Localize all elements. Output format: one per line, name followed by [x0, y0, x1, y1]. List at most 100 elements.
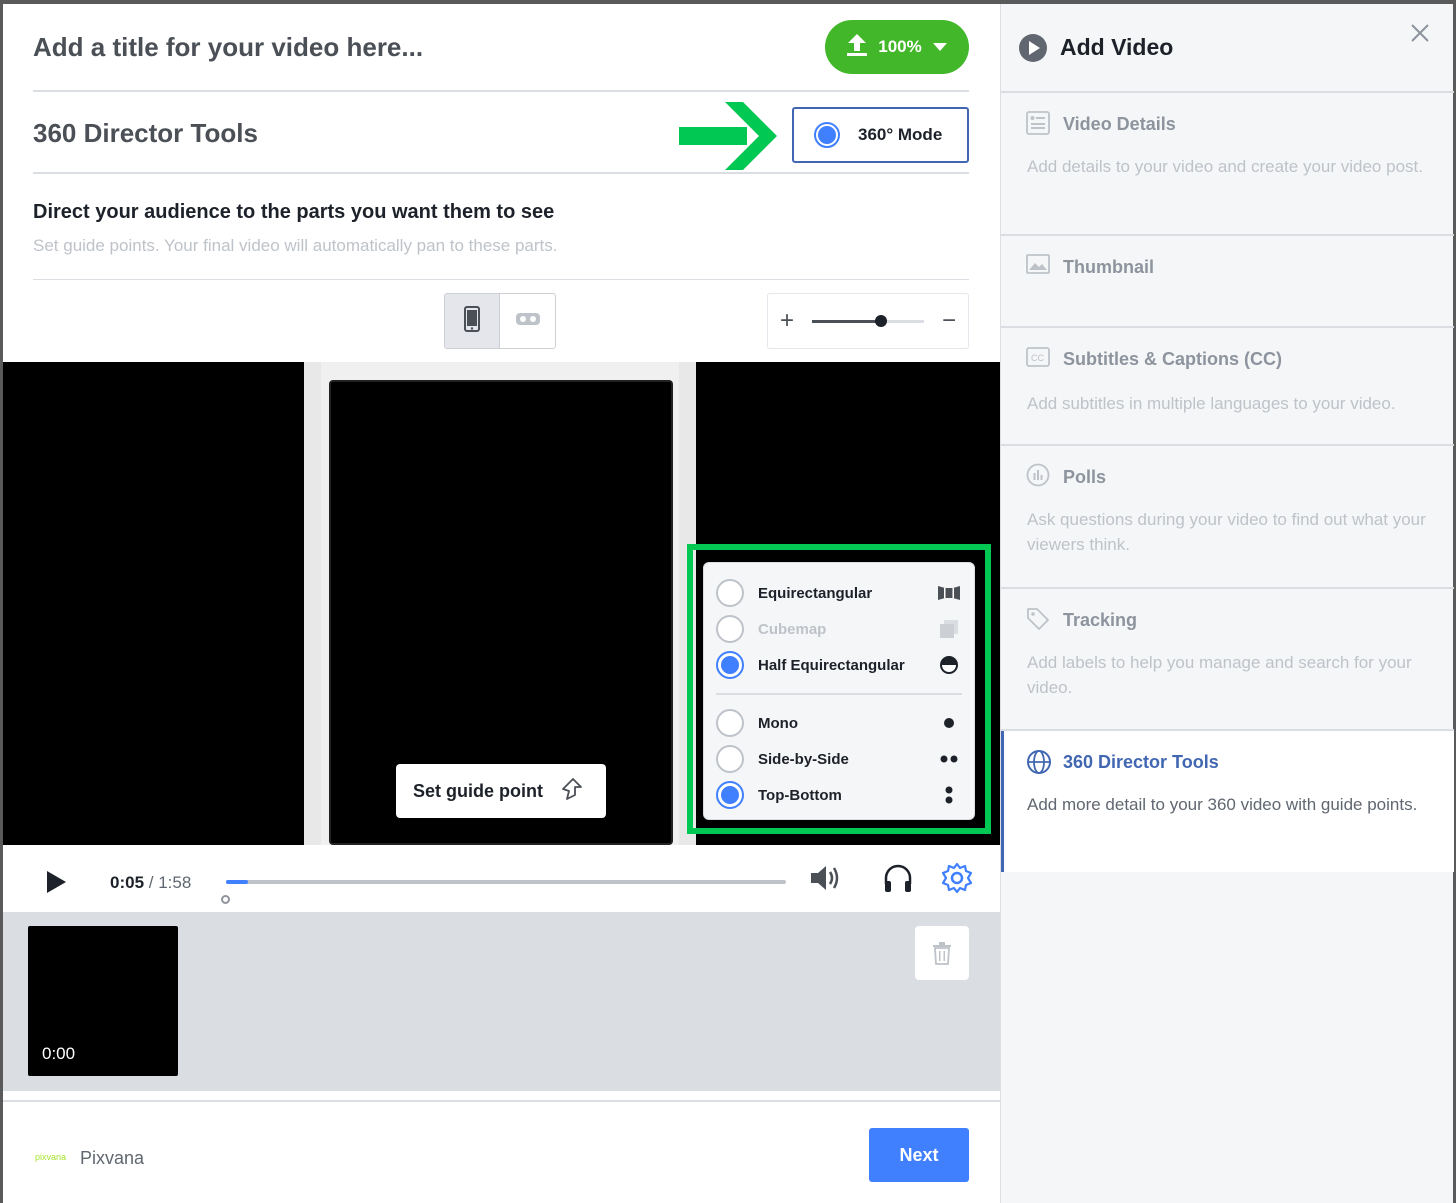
zoom-in-button[interactable]: + [780, 307, 794, 335]
sidebar-item-label: Polls [1063, 467, 1107, 487]
video-title-input[interactable]: Add a title for your video here... [33, 32, 423, 63]
vr-headset-icon [515, 311, 541, 332]
sidebar-item-desc: Add subtitles in multiple languages to y… [1027, 394, 1396, 413]
add-video-sidebar: Add Video Video Details Add details to y… [1000, 4, 1454, 1203]
phone-view-button[interactable] [445, 294, 501, 348]
stereo-option-mono[interactable]: Mono [716, 705, 962, 741]
gear-icon [941, 862, 973, 894]
360-mode-toggle[interactable]: 360° Mode [792, 107, 969, 163]
zoom-out-button[interactable]: − [942, 307, 956, 335]
thumbnail-time: 0:00 [42, 1044, 76, 1063]
radio-button[interactable] [716, 579, 744, 607]
phone-frame-left [304, 362, 321, 845]
poll-icon [1026, 463, 1050, 492]
vr-view-button[interactable] [500, 294, 555, 348]
sidebar-item-label: Tracking [1063, 610, 1138, 630]
chevron-down-icon [932, 37, 948, 57]
sidebar-item-thumbnail[interactable]: Thumbnail [1001, 236, 1454, 328]
cube-icon [936, 619, 962, 639]
guide-arrow-icon [559, 777, 583, 806]
seek-bar-fill [226, 880, 249, 884]
trash-icon [933, 942, 951, 965]
close-button[interactable] [1409, 22, 1431, 49]
half-sphere-icon [936, 655, 962, 675]
stereo-option-side-by-side[interactable]: Side-by-Side [716, 741, 962, 777]
video-preview[interactable]: Set guide point Equirectangular Cubemap [3, 362, 1000, 845]
details-icon [1026, 111, 1050, 140]
vertical-dots-icon [936, 786, 962, 804]
mode-radio [814, 122, 840, 148]
play-circle-icon [1018, 33, 1048, 68]
set-guide-point-button[interactable]: Set guide point [396, 764, 606, 818]
editor-panel: Add a title for your video here... 100% … [3, 4, 1000, 1203]
mode-label: 360° Mode [858, 125, 943, 144]
green-arrow-annotation [679, 102, 777, 170]
guide-point-thumbnail[interactable]: 0:00 [28, 926, 178, 1076]
sidebar-item-desc: Add details to your video and create you… [1027, 157, 1423, 176]
panorama-icon [936, 585, 962, 601]
upload-icon [846, 33, 868, 62]
zoom-control: + − [767, 293, 969, 349]
guide-point-marker[interactable] [221, 895, 230, 904]
guide-point-timeline: 0:00 [3, 912, 1000, 1091]
radio-button[interactable] [716, 745, 744, 773]
next-button[interactable]: Next [869, 1128, 969, 1182]
spatial-audio-button[interactable] [882, 862, 914, 899]
projection-option-half-equirectangular[interactable]: Half Equirectangular [716, 647, 962, 683]
zoom-slider[interactable] [812, 314, 924, 327]
phone-icon [464, 305, 480, 337]
option-label: Half Equirectangular [758, 656, 905, 674]
guide-point-label: Set guide point [413, 780, 543, 801]
player-controls: 0:05 / 1:58 [3, 845, 1000, 912]
option-label: Mono [758, 714, 798, 732]
radio-button[interactable] [716, 615, 744, 643]
sidebar-item-label: Thumbnail [1063, 257, 1154, 277]
pixvana-logo: pixvana [35, 1152, 67, 1162]
time-display: 0:05 / 1:58 [110, 873, 191, 893]
upload-progress-button[interactable]: 100% [825, 20, 969, 74]
direct-heading: Direct your audience to the parts you wa… [33, 201, 555, 223]
volume-button[interactable] [809, 862, 843, 899]
divider [33, 172, 969, 174]
option-label: Equirectangular [758, 584, 873, 602]
sidebar-item-360-director-tools[interactable]: 360 Director Tools Add more detail to yo… [1001, 731, 1454, 872]
globe-icon [1026, 749, 1052, 780]
radio-button[interactable] [716, 651, 744, 679]
sidebar-item-label: Video Details [1063, 114, 1176, 134]
divider [33, 90, 969, 92]
app-name: Pixvana [80, 1148, 145, 1168]
direct-subtitle: Set guide points. Your final video will … [33, 236, 558, 255]
option-label: Cubemap [758, 620, 827, 638]
sidebar-item-desc: Add labels to help you manage and search… [1027, 653, 1412, 697]
settings-button[interactable] [941, 862, 973, 899]
sidebar-item-subtitles[interactable]: CC Subtitles & Captions (CC) Add subtitl… [1001, 328, 1454, 446]
cc-icon: CC [1026, 347, 1050, 372]
sidebar-header: Add Video [1001, 4, 1454, 93]
dialog-frame: Add a title for your video here... 100% … [0, 0, 1456, 1203]
duration: 1:58 [158, 873, 192, 892]
radio-button[interactable] [716, 709, 744, 737]
projection-option-cubemap[interactable]: Cubemap [716, 611, 962, 647]
projection-option-equirectangular[interactable]: Equirectangular [716, 575, 962, 611]
sidebar-item-tracking[interactable]: Tracking Add labels to help you manage a… [1001, 589, 1454, 731]
radio-button[interactable] [716, 781, 744, 809]
view-mode-toggle [444, 293, 556, 349]
sidebar-item-polls[interactable]: Polls Ask questions during your video to… [1001, 446, 1454, 589]
stereo-option-top-bottom[interactable]: Top-Bottom [716, 777, 962, 813]
svg-text:CC: CC [1031, 353, 1044, 363]
zoom-slider-fill [812, 319, 882, 323]
play-button[interactable] [45, 870, 67, 899]
close-icon [1411, 24, 1429, 42]
seek-bar[interactable] [226, 880, 786, 884]
section-title: 360 Director Tools [33, 118, 258, 148]
zoom-slider-handle[interactable] [875, 314, 888, 327]
sidebar-title: Add Video [1060, 34, 1174, 60]
time-separator: / [144, 873, 159, 892]
sidebar-item-label: 360 Director Tools [1063, 752, 1219, 772]
speaker-icon [811, 866, 839, 890]
sidebar-item-video-details[interactable]: Video Details Add details to your video … [1001, 93, 1454, 236]
play-icon [47, 871, 66, 893]
delete-button[interactable] [915, 926, 969, 980]
sidebar-item-desc: Add more detail to your 360 video with g… [1027, 795, 1418, 814]
projection-menu: Equirectangular Cubemap Half Equirectang… [703, 562, 975, 820]
